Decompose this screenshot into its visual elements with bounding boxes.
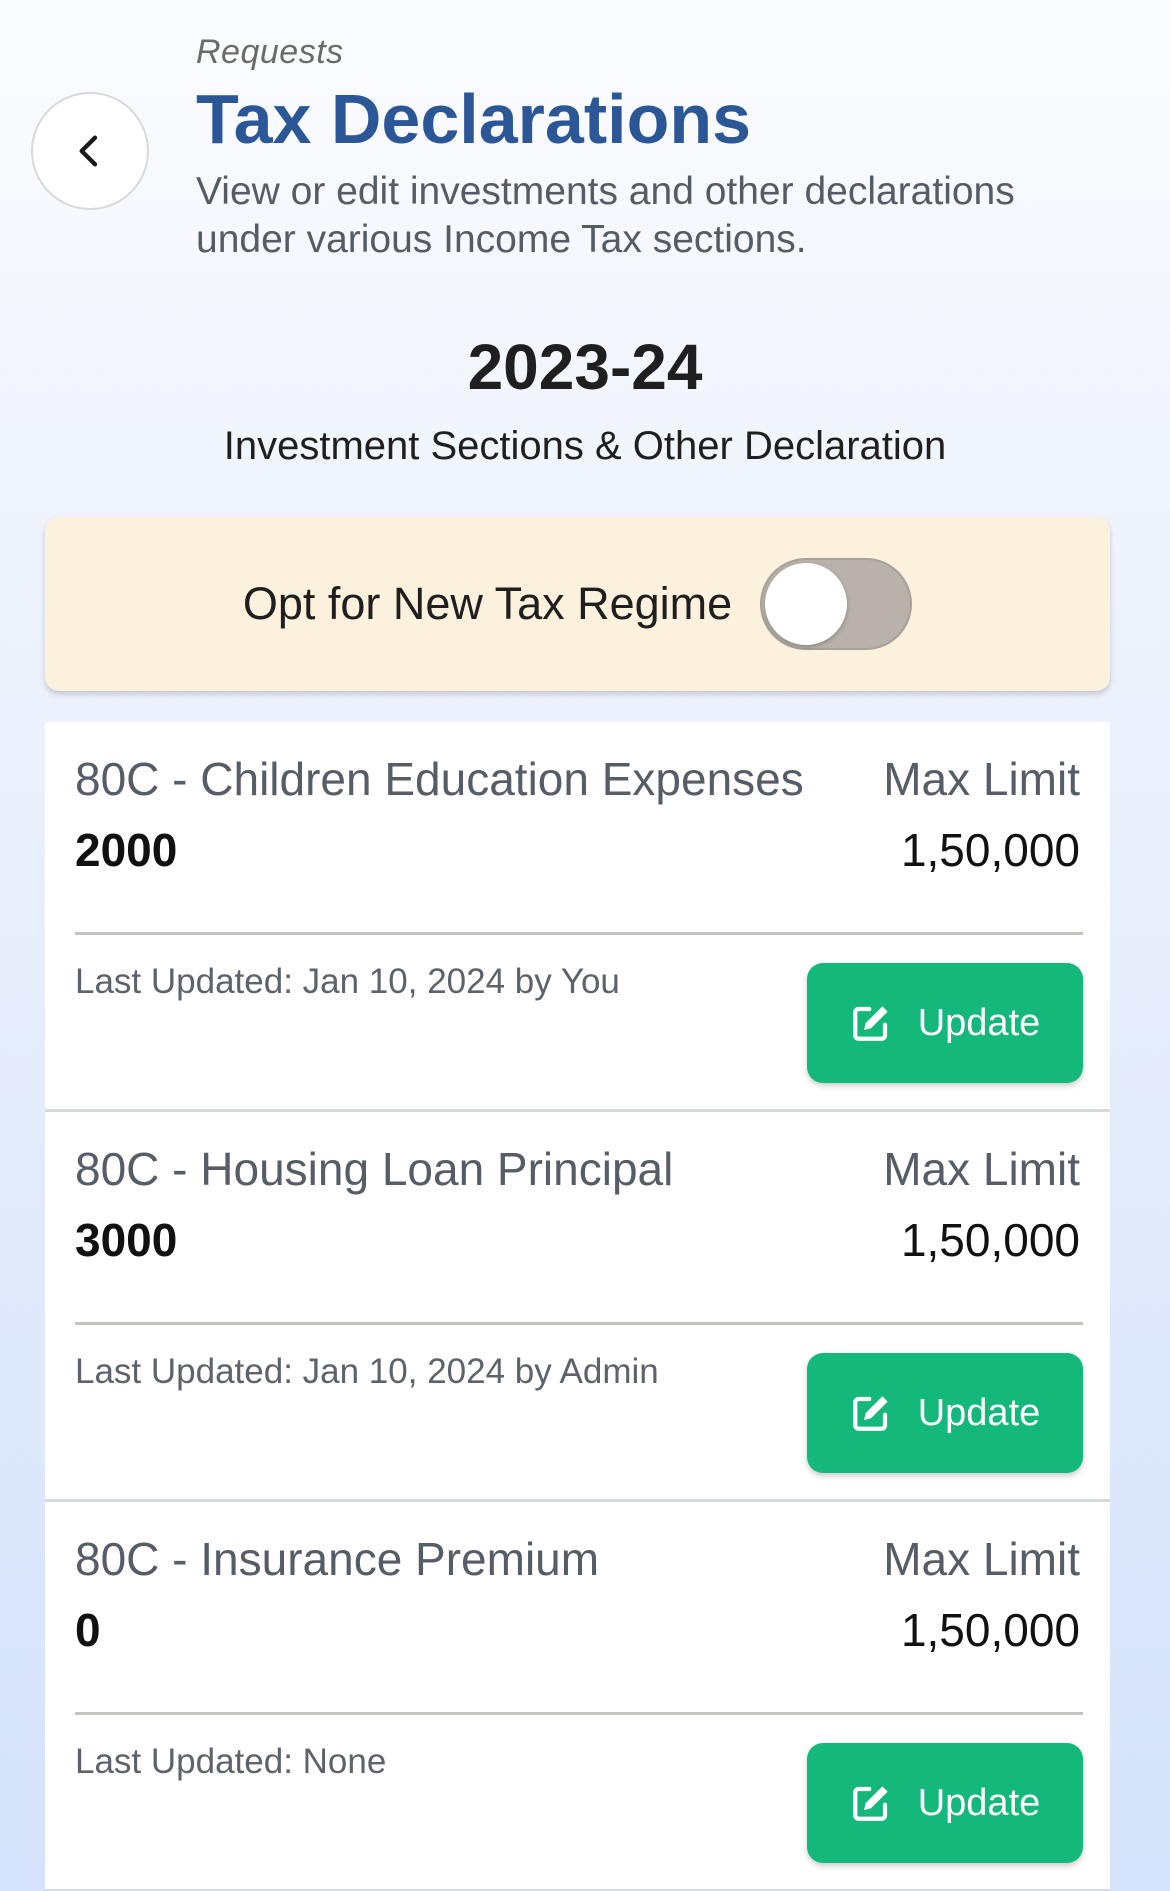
card-divider [75,1712,1083,1715]
financial-year-subtitle: Investment Sections & Other Declaration [223,424,947,468]
declared-amount: 2000 [75,824,178,876]
edit-icon [850,1002,892,1044]
tax-regime-toggle[interactable] [760,558,913,650]
edit-icon [850,1392,892,1434]
last-updated-text: Last Updated: Jan 10, 2024 by You [75,962,620,1001]
max-limit-label: Max Limit [883,753,1080,805]
card-divider [75,932,1083,935]
update-button-label: Update [917,1001,1041,1044]
max-limit-label: Max Limit [883,1533,1080,1585]
max-limit-value: 1,50,000 [900,824,1080,876]
page-title: Tax Declarations [196,80,752,158]
declaration-card: 80C - Insurance Premium Max Limit 0 1,50… [45,1502,1110,1891]
max-limit-label: Max Limit [883,1143,1080,1195]
declared-amount: 0 [75,1604,101,1656]
declaration-card: 80C - Children Education Expenses Max Li… [45,722,1110,1112]
section-title: 80C - Children Education Expenses [75,753,804,805]
section-title: 80C - Housing Loan Principal [75,1143,674,1195]
chevron-left-icon [79,135,98,167]
edit-icon [850,1782,892,1824]
declaration-card: 80C - Housing Loan Principal Max Limit 3… [45,1112,1110,1502]
financial-year: 2023-24 [467,331,703,403]
page-subtitle: View or edit investments and other decla… [196,170,1015,261]
max-limit-value: 1,50,000 [900,1214,1080,1266]
update-button[interactable]: Update [807,963,1083,1083]
back-button[interactable] [31,92,149,210]
tax-regime-label: Opt for New Tax Regime [242,578,733,629]
max-limit-value: 1,50,000 [900,1604,1080,1656]
section-title: 80C - Insurance Premium [75,1533,600,1585]
declared-amount: 3000 [75,1214,178,1266]
update-button[interactable]: Update [807,1743,1083,1863]
card-divider [75,1322,1083,1325]
last-updated-text: Last Updated: Jan 10, 2024 by Admin [75,1352,659,1391]
toggle-knob [765,563,848,645]
update-button[interactable]: Update [807,1353,1083,1473]
update-button-label: Update [917,1391,1041,1434]
update-button-label: Update [917,1781,1041,1824]
tax-regime-panel: Opt for New Tax Regime [45,517,1110,691]
last-updated-text: Last Updated: None [75,1742,387,1781]
page-header: Requests Tax Declarations View or edit i… [196,30,1116,264]
breadcrumb: Requests [196,33,344,71]
